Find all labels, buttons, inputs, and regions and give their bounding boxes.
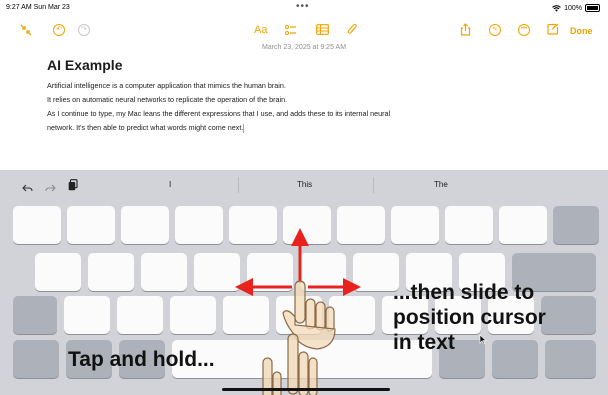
table-icon[interactable] xyxy=(316,24,329,35)
function-key[interactable] xyxy=(541,296,596,334)
checklist-icon[interactable] xyxy=(285,24,297,36)
caption-tap-hold: Tap and hold... xyxy=(68,348,215,371)
suggestion-1[interactable]: I xyxy=(169,180,171,189)
more-ellipsis-icon[interactable]: ••• xyxy=(518,24,530,36)
note-line-text: network. It's then able to predict what … xyxy=(47,123,244,132)
redo-icon[interactable] xyxy=(45,180,56,198)
status-bar: 9:27 AM Sun Mar 23 ••• 100% xyxy=(0,0,608,14)
letter-key[interactable] xyxy=(35,253,81,291)
caption-slide: ...then slide to position cursor in text xyxy=(393,280,546,355)
letter-key[interactable] xyxy=(121,206,169,244)
suggestion-3[interactable]: The xyxy=(434,180,448,189)
undo-icon[interactable] xyxy=(22,180,33,198)
function-key[interactable] xyxy=(13,340,59,378)
letter-key[interactable] xyxy=(170,296,216,334)
note-body[interactable]: Artificial intelligence is a computer ap… xyxy=(47,79,517,135)
suggestion-divider xyxy=(238,177,239,193)
note-line: Artificial intelligence is a computer ap… xyxy=(47,81,286,90)
share-icon[interactable] xyxy=(460,23,471,36)
battery-percent: 100% xyxy=(564,4,582,12)
paperclip-icon[interactable] xyxy=(347,23,357,36)
letter-key[interactable] xyxy=(67,206,115,244)
function-key[interactable] xyxy=(553,206,599,244)
wifi-icon xyxy=(552,4,561,12)
markup-pen-icon[interactable]: ✎ xyxy=(489,24,501,36)
note-date: March 23, 2025 at 9:25 AM xyxy=(261,44,347,51)
redo-circle-icon[interactable]: ↷ xyxy=(78,24,90,36)
letter-key[interactable] xyxy=(391,206,439,244)
battery-icon xyxy=(585,4,600,12)
mouse-pointer-icon xyxy=(479,334,487,345)
note-line: network. It's then able to predict what … xyxy=(47,121,517,135)
letter-key[interactable] xyxy=(141,253,187,291)
function-key[interactable] xyxy=(545,340,596,378)
letter-key[interactable] xyxy=(64,296,110,334)
caption-line: in text xyxy=(393,331,455,354)
format-text-button[interactable]: Aa xyxy=(254,24,267,36)
collapse-arrows-icon[interactable] xyxy=(20,24,32,36)
caption-line: ...then slide to xyxy=(393,281,535,304)
status-time: 9:27 AM Sun Mar 23 xyxy=(6,4,70,11)
suggestion-2[interactable]: This xyxy=(297,180,312,189)
multitasking-dots[interactable]: ••• xyxy=(296,1,310,12)
note-line: It relies on automatic neural networks t… xyxy=(47,95,288,104)
home-indicator xyxy=(222,388,390,391)
letter-key[interactable] xyxy=(499,206,547,244)
note-title[interactable]: AI Example xyxy=(47,57,122,73)
suggestion-divider xyxy=(373,177,374,193)
letter-key[interactable] xyxy=(88,253,134,291)
caption-line: position cursor xyxy=(393,306,546,329)
letter-key[interactable] xyxy=(445,206,493,244)
compose-icon[interactable] xyxy=(547,23,559,35)
status-right: 100% xyxy=(552,4,600,12)
letter-key[interactable] xyxy=(13,206,61,244)
function-key[interactable] xyxy=(13,296,57,334)
hand-pointer-icon xyxy=(262,333,318,395)
letter-key[interactable] xyxy=(117,296,163,334)
clipboard-icon[interactable] xyxy=(68,178,78,196)
undo-circle-icon[interactable]: ↶ xyxy=(53,24,65,36)
done-button[interactable]: Done xyxy=(570,26,593,36)
text-cursor xyxy=(243,123,245,133)
letter-key[interactable] xyxy=(175,206,223,244)
note-line: As I continue to type, my Mac leans the … xyxy=(47,109,391,118)
